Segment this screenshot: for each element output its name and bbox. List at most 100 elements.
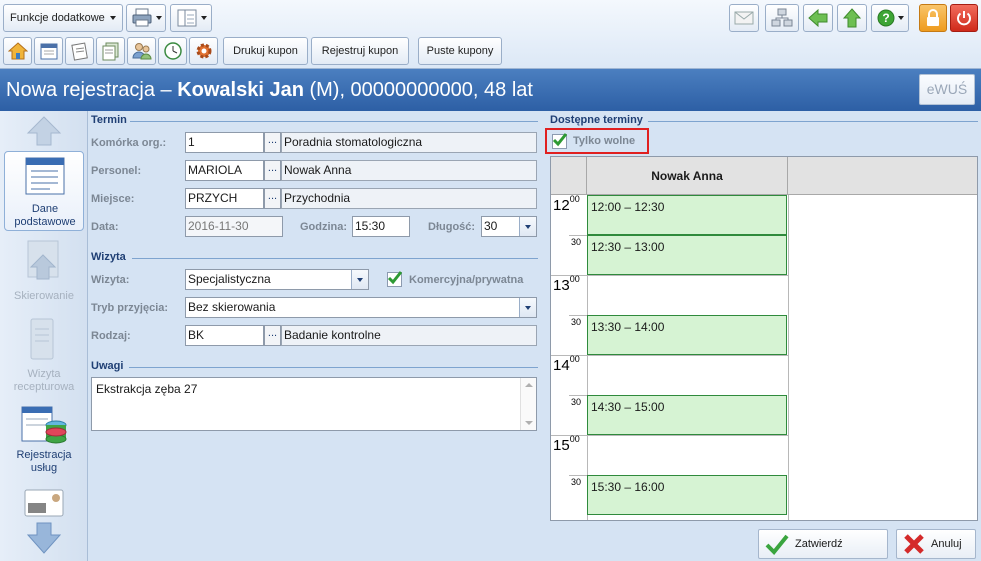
nav-item-skierowanie[interactable]: Skierowanie xyxy=(4,237,84,307)
komorka-name-field: Poradnia stomatologiczna xyxy=(281,132,537,153)
arrow-up-icon xyxy=(26,116,62,146)
chevron-down-icon xyxy=(155,16,162,20)
half-hour-divider xyxy=(569,475,587,476)
tryb-select[interactable]: Bez skierowania xyxy=(185,297,537,318)
notes-text: Ekstrakcja zęba 27 xyxy=(96,382,198,396)
time-slot[interactable]: 13:30 – 14:00 xyxy=(587,315,787,355)
referral-icon xyxy=(27,240,59,280)
time-field[interactable]: 15:30 xyxy=(352,216,410,237)
hour-value: 15 xyxy=(553,437,570,454)
wizyta-select[interactable]: Specjalistyczna xyxy=(185,269,369,290)
nav-down-arrow[interactable] xyxy=(26,521,62,558)
hour-divider xyxy=(551,435,788,436)
title-prefix: Nowa rejestracja – xyxy=(6,79,178,101)
power-button[interactable] xyxy=(950,4,978,32)
home-button[interactable] xyxy=(3,37,32,65)
komorka-lookup-button[interactable]: ... xyxy=(264,132,281,153)
schedule-calendar[interactable]: Nowak Anna 1200 30 1300 30 1400 30 1500 … xyxy=(550,156,978,521)
notes-textarea[interactable]: Ekstrakcja zęba 27 xyxy=(91,377,537,431)
wizyta-label: Wizyta: xyxy=(91,274,130,286)
chevron-down-icon xyxy=(897,16,904,20)
personel-lookup-button[interactable]: ... xyxy=(264,160,281,181)
calendar-column-header: Nowak Anna xyxy=(587,157,788,195)
tryb-dropdown-button[interactable] xyxy=(519,298,536,317)
personel-name-field: Nowak Anna xyxy=(281,160,537,181)
patients-button[interactable] xyxy=(127,37,156,65)
tools-button[interactable] xyxy=(189,37,218,65)
tylko-wolne-label: Tylko wolne xyxy=(573,135,636,147)
komercyjna-checkbox[interactable] xyxy=(387,271,402,287)
half-hour-label: 30 xyxy=(571,477,582,487)
page-title: Nowa rejestracja – Kowalski Jan (M), 000… xyxy=(0,69,981,111)
functions-dropdown[interactable]: Funkcje dodatkowe xyxy=(3,4,123,32)
notes-button[interactable] xyxy=(65,37,94,65)
register-kupon-button[interactable]: Rejestruj kupon xyxy=(311,37,409,65)
clock-icon xyxy=(163,42,182,60)
komercyjna-label: Komercyjna/prywatna xyxy=(409,274,524,286)
nav-item-dane-podstawowe[interactable]: Dane podstawowe xyxy=(4,151,84,231)
form-panel: Termin Komórka org.: 1 ... Poradnia stom… xyxy=(88,111,545,525)
cancel-button[interactable]: Anuluj xyxy=(896,529,976,559)
tryb-label: Tryb przyjęcia: xyxy=(91,302,169,314)
time-slot[interactable]: 14:30 – 15:00 xyxy=(587,395,787,435)
lock-button[interactable] xyxy=(919,4,947,32)
power-icon xyxy=(957,11,971,26)
time-slot[interactable]: 12:00 – 12:30 xyxy=(587,195,787,235)
schedule-button[interactable] xyxy=(158,37,187,65)
nav-item-wizyta-recepturowa[interactable]: Wizyta recepturowa xyxy=(4,315,84,399)
gear-icon xyxy=(196,43,211,59)
nav-up-arrow[interactable] xyxy=(26,115,62,150)
chevron-down-icon xyxy=(200,16,207,20)
svg-text:?: ? xyxy=(882,11,889,25)
section-divider xyxy=(130,121,538,122)
duration-select[interactable]: 30 xyxy=(481,216,537,237)
notes-scrollbar[interactable] xyxy=(520,378,536,430)
empty-kupons-label: Puste kupony xyxy=(426,45,494,57)
empty-kupons-button[interactable]: Puste kupony xyxy=(418,37,502,65)
personel-code-field[interactable]: MARIOLA xyxy=(185,160,264,181)
duration-dropdown-button[interactable] xyxy=(519,217,536,236)
half-hour-divider xyxy=(569,395,587,396)
id-card-image xyxy=(24,489,64,520)
help-icon: ? xyxy=(877,9,894,27)
tylko-wolne-toggle[interactable]: Tylko wolne xyxy=(545,128,649,154)
komorka-code-field[interactable]: 1 xyxy=(185,132,264,153)
functions-dropdown-label: Funkcje dodatkowe xyxy=(10,12,105,24)
help-dropdown[interactable]: ? xyxy=(871,4,909,32)
layout-dropdown[interactable] xyxy=(170,4,212,32)
date-field[interactable]: 2016-11-30 xyxy=(185,216,283,237)
tylko-wolne-checkbox[interactable] xyxy=(552,133,567,149)
documents-button[interactable] xyxy=(96,37,125,65)
section-divider xyxy=(129,367,538,368)
time-slot[interactable]: 12:30 – 13:00 xyxy=(587,235,787,275)
print-kupon-button[interactable]: Drukuj kupon xyxy=(223,37,308,65)
available-slots-panel: Dostępne terminy Tylko wolne Nowak Anna … xyxy=(545,111,981,525)
miejsce-lookup-button[interactable]: ... xyxy=(264,188,281,209)
rodzaj-lookup-button[interactable]: ... xyxy=(264,325,281,346)
time-slot[interactable]: 15:30 – 16:00 xyxy=(587,475,787,515)
patient-name: Kowalski Jan xyxy=(177,79,304,101)
calendar-button[interactable] xyxy=(34,37,63,65)
back-button[interactable] xyxy=(803,4,833,32)
confirm-button[interactable]: Zatwierdź xyxy=(758,529,888,559)
miejsce-code-field[interactable]: PRZYCH xyxy=(185,188,264,209)
network-button[interactable] xyxy=(765,4,799,32)
wizyta-dropdown-button[interactable] xyxy=(351,270,368,289)
rodzaj-code-field[interactable]: BK xyxy=(185,325,264,346)
personel-label: Personel: xyxy=(91,165,142,177)
notes-icon xyxy=(70,42,88,61)
nav-item-rejestracja-uslug[interactable]: Rejestracja usług xyxy=(4,403,84,477)
half-hour-label: 30 xyxy=(571,317,582,327)
action-bar: Zatwierdź Anuluj xyxy=(88,525,981,561)
print-dropdown[interactable] xyxy=(126,4,166,32)
ewus-button[interactable]: eWUŚ xyxy=(919,74,975,105)
hour-minutes: 00 xyxy=(569,274,580,284)
section-divider xyxy=(648,121,978,122)
hour-label: 1500 xyxy=(553,434,580,454)
chevron-up-icon xyxy=(525,383,533,387)
close-icon xyxy=(904,534,924,554)
up-button[interactable] xyxy=(837,4,867,32)
mail-button[interactable] xyxy=(729,4,759,32)
printer-icon xyxy=(132,8,151,27)
tryb-value: Bez skierowania xyxy=(188,300,276,314)
